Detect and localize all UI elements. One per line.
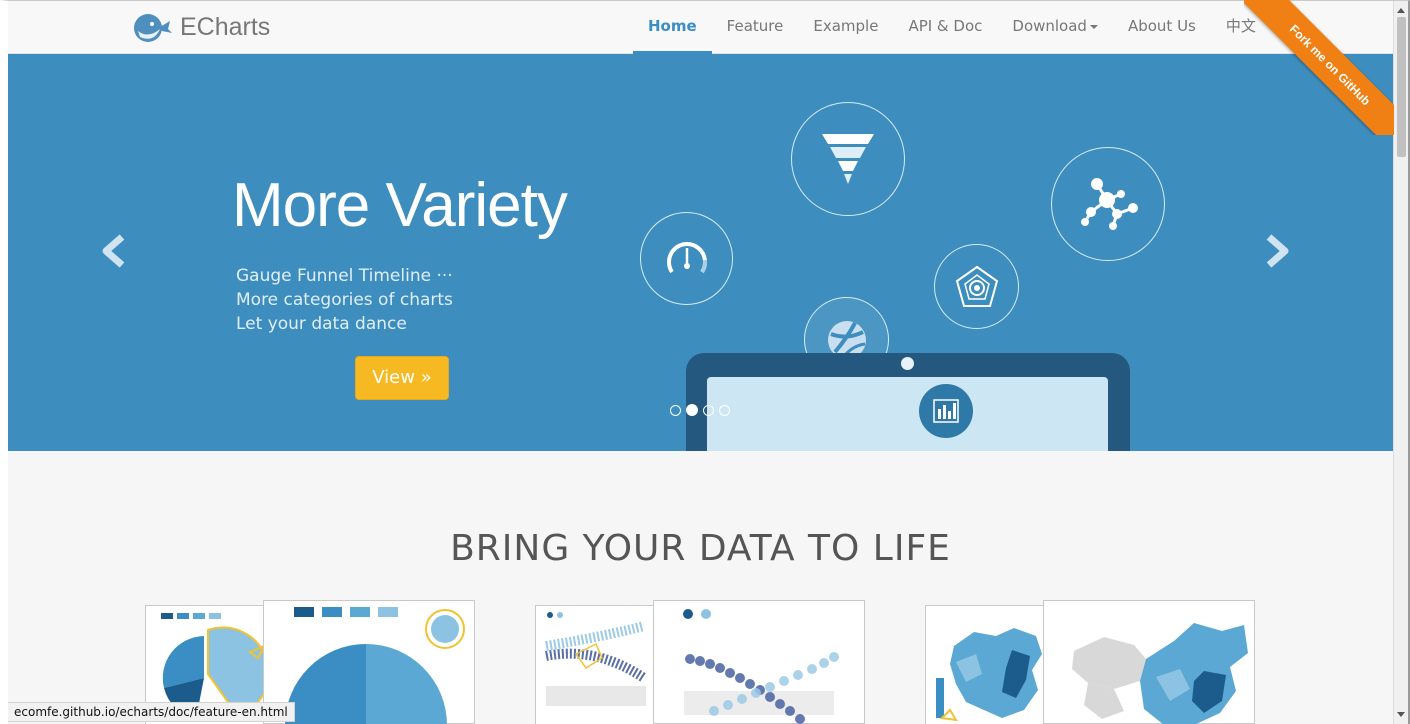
network-icon xyxy=(1081,178,1138,230)
radar-bubble xyxy=(934,244,1019,329)
scroll-thumb[interactable] xyxy=(1397,17,1406,157)
scatter-large-illustration xyxy=(683,609,839,724)
preview-card xyxy=(925,605,1055,724)
half-pie-illustration xyxy=(285,607,465,724)
nav-feature[interactable]: Feature xyxy=(712,1,799,54)
tablet-screen xyxy=(707,377,1108,451)
tablet-camera xyxy=(901,357,914,370)
brand-link[interactable]: ECharts xyxy=(130,8,270,46)
hero-line: Gauge Funnel Timeline ··· xyxy=(236,266,453,286)
tablet-illustration xyxy=(686,353,1130,451)
hero-line: More categories of charts xyxy=(236,290,453,310)
carousel-next-icon[interactable] xyxy=(1261,234,1291,268)
view-button[interactable]: View » xyxy=(355,356,449,400)
nav-home[interactable]: Home xyxy=(633,1,712,54)
nav-download[interactable]: Download xyxy=(997,1,1113,54)
map-small-illustration xyxy=(936,628,1042,722)
scroll-down-icon[interactable] xyxy=(1397,712,1405,717)
gauge-bubble xyxy=(640,212,733,305)
status-bar-url: ecomfe.github.io/echarts/doc/feature-en.… xyxy=(8,702,295,722)
top-navbar: ECharts Home Feature Example API & Doc D… xyxy=(8,1,1393,54)
gauge-icon xyxy=(666,241,707,273)
carousel-dot[interactable] xyxy=(670,404,681,416)
github-ribbon-container: Fork me on GitHub xyxy=(1244,0,1394,135)
scroll-up-icon[interactable] xyxy=(1397,8,1405,13)
funnel-icon xyxy=(822,134,874,184)
nav-download-label: Download xyxy=(1012,17,1087,35)
fork-github-ribbon[interactable]: Fork me on GitHub xyxy=(1244,0,1394,135)
main-nav: Home Feature Example API & Doc Download … xyxy=(633,1,1271,54)
app-bubble xyxy=(919,384,973,438)
carousel-dot[interactable] xyxy=(719,404,730,416)
preview-card xyxy=(1043,600,1255,724)
whale-logo-icon xyxy=(134,14,172,42)
map-preview[interactable] xyxy=(925,600,1265,724)
carousel-dot[interactable] xyxy=(703,404,714,416)
section-title: BRING YOUR DATA TO LIFE xyxy=(450,528,951,569)
scatter-preview[interactable] xyxy=(535,600,875,724)
carousel-indicators xyxy=(670,404,730,416)
hero-title: More Variety xyxy=(232,171,568,240)
preview-card xyxy=(535,605,665,724)
carousel-dot-active[interactable] xyxy=(686,404,698,416)
funnel-bubble xyxy=(791,102,905,216)
network-bubble xyxy=(1051,147,1165,261)
hero-carousel: More Variety Gauge Funnel Timeline ··· M… xyxy=(8,54,1393,451)
vertical-scrollbar[interactable] xyxy=(1393,1,1408,724)
caret-down-icon xyxy=(1089,24,1098,29)
hero-description: Gauge Funnel Timeline ··· More categorie… xyxy=(236,264,453,336)
nav-about-us[interactable]: About Us xyxy=(1113,1,1211,54)
preview-card xyxy=(653,600,865,724)
preview-card xyxy=(263,600,475,724)
nav-example[interactable]: Example xyxy=(798,1,893,54)
nav-api-doc[interactable]: API & Doc xyxy=(893,1,997,54)
scatter-small-illustration xyxy=(545,612,647,706)
hero-line: Let your data dance xyxy=(236,314,407,334)
map-large-illustration xyxy=(1072,623,1248,724)
carousel-prev-icon[interactable] xyxy=(100,234,130,268)
bar-chart-icon xyxy=(933,399,959,423)
brand-name: ECharts xyxy=(180,12,271,41)
radar-icon xyxy=(955,265,998,307)
